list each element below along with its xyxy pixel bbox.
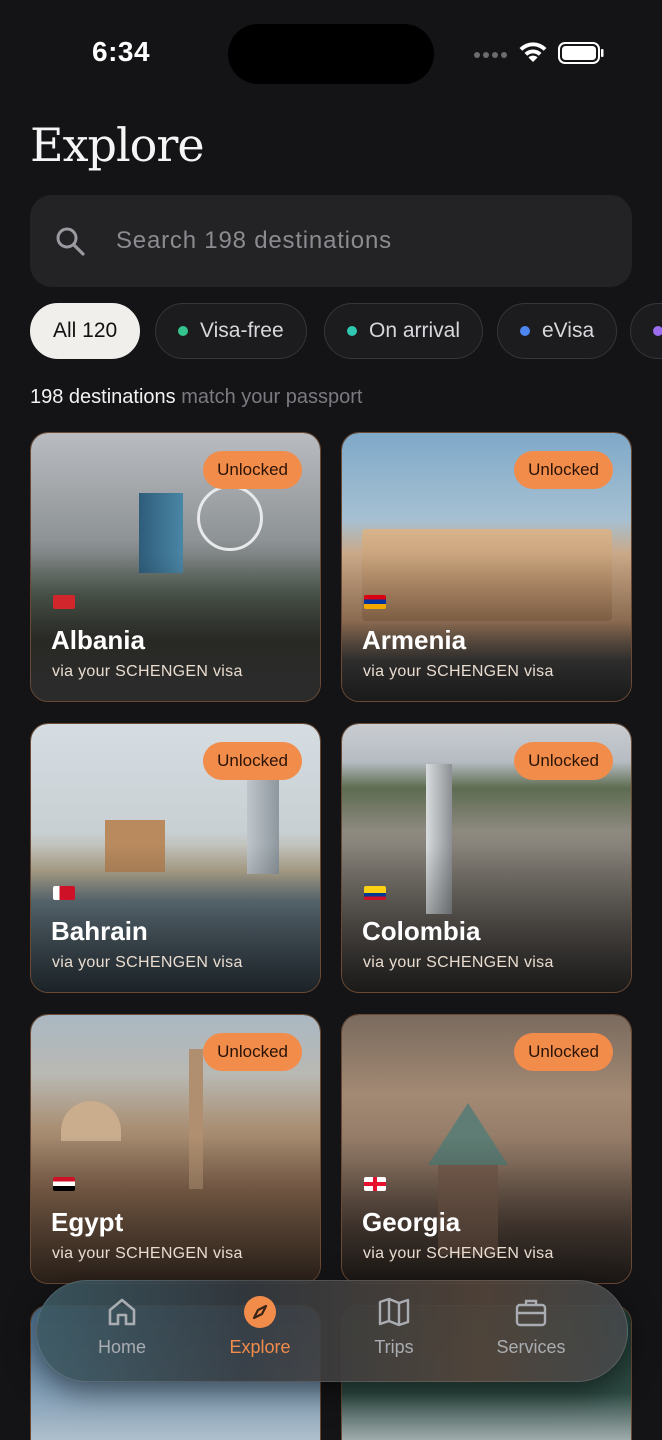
egypt-flag-icon	[53, 1177, 75, 1191]
tab-label: Explore	[229, 1337, 291, 1357]
destination-via: via your SCHENGEN visa	[52, 1245, 243, 1262]
tab-label: Services	[496, 1337, 566, 1357]
albania-flag-icon	[53, 595, 75, 609]
unlocked-badge: Unlocked	[203, 1033, 302, 1071]
tab-trips[interactable]: Trips	[329, 1295, 459, 1371]
dynamic-island	[228, 24, 434, 84]
status-dot	[347, 326, 357, 336]
destination-name: Bahrain	[51, 916, 148, 946]
filter-chips: All 120 Visa-free On arrival eVisa	[30, 303, 662, 359]
filter-chip-label: All 120	[53, 319, 118, 342]
armenia-flag-icon	[364, 595, 386, 609]
unlocked-badge: Unlocked	[203, 742, 302, 780]
unlocked-badge: Unlocked	[514, 451, 613, 489]
destination-via: via your SCHENGEN visa	[363, 1245, 554, 1262]
tab-label: Home	[97, 1337, 146, 1357]
destination-via: via your SCHENGEN visa	[52, 954, 243, 971]
tab-explore[interactable]: Explore	[195, 1295, 325, 1371]
destination-card-armenia[interactable]: Unlocked Armenia via your SCHENGEN visa	[341, 432, 632, 702]
filter-chip-visa-free[interactable]: Visa-free	[155, 303, 307, 359]
destination-name: Georgia	[362, 1207, 461, 1237]
result-count: 198 destinations match your passport	[30, 386, 363, 408]
unlocked-badge: Unlocked	[514, 1033, 613, 1071]
destination-card-georgia[interactable]: Unlocked Georgia via your SCHENGEN visa	[341, 1014, 632, 1284]
destination-card-egypt[interactable]: Unlocked Egypt via your SCHENGEN visa	[30, 1014, 321, 1284]
status-time: 6:34	[92, 36, 151, 67]
colombia-flag-icon	[364, 886, 386, 900]
destination-name: Egypt	[51, 1207, 124, 1237]
cellular-signal-icon	[474, 52, 507, 58]
destination-via: via your SCHENGEN visa	[52, 663, 243, 680]
search-icon	[56, 227, 85, 256]
unlocked-badge: Unlocked	[514, 742, 613, 780]
map-icon	[378, 1297, 410, 1327]
destination-via: via your SCHENGEN visa	[363, 663, 554, 680]
tab-label: Trips	[374, 1337, 414, 1357]
destination-card-bahrain[interactable]: Unlocked Bahrain via your SCHENGEN visa	[30, 723, 321, 993]
status-bar: 6:34	[0, 0, 662, 100]
destination-name: Albania	[51, 625, 145, 655]
destination-name: Armenia	[362, 625, 467, 655]
filter-chip-on-arrival[interactable]: On arrival	[324, 303, 484, 359]
filter-chip-evisa[interactable]: eVisa	[497, 303, 618, 359]
destination-name: Colombia	[362, 916, 481, 946]
status-dot	[653, 326, 662, 336]
filter-chip-label: eVisa	[542, 319, 595, 342]
tab-services[interactable]: Services	[466, 1295, 596, 1371]
destination-card-albania[interactable]: Unlocked Albania via your SCHENGEN visa	[30, 432, 321, 702]
bottom-tab-bar: Home Explore Trips Services	[36, 1280, 628, 1382]
destination-via: via your SCHENGEN visa	[363, 954, 554, 971]
georgia-flag-icon	[364, 1177, 386, 1191]
tab-home[interactable]: Home	[57, 1295, 187, 1371]
home-icon	[108, 1298, 136, 1326]
search-placeholder: Search 198 destinations	[116, 227, 392, 254]
filter-chip-label: On arrival	[369, 319, 461, 342]
filter-chip-label: Visa-free	[200, 319, 284, 342]
compass-icon	[244, 1296, 276, 1328]
wifi-icon	[519, 42, 547, 62]
bahrain-flag-icon	[53, 886, 75, 900]
briefcase-icon	[515, 1299, 547, 1327]
search-input[interactable]: Search 198 destinations	[30, 195, 632, 287]
status-dot	[520, 326, 530, 336]
filter-chip-more[interactable]	[630, 303, 662, 359]
filter-chip-all[interactable]: All 120	[30, 303, 141, 359]
page-title: Explore	[30, 118, 205, 172]
battery-icon	[558, 42, 604, 64]
status-dot	[178, 326, 188, 336]
unlocked-badge: Unlocked	[203, 451, 302, 489]
destination-card-colombia[interactable]: Unlocked Colombia via your SCHENGEN visa	[341, 723, 632, 993]
